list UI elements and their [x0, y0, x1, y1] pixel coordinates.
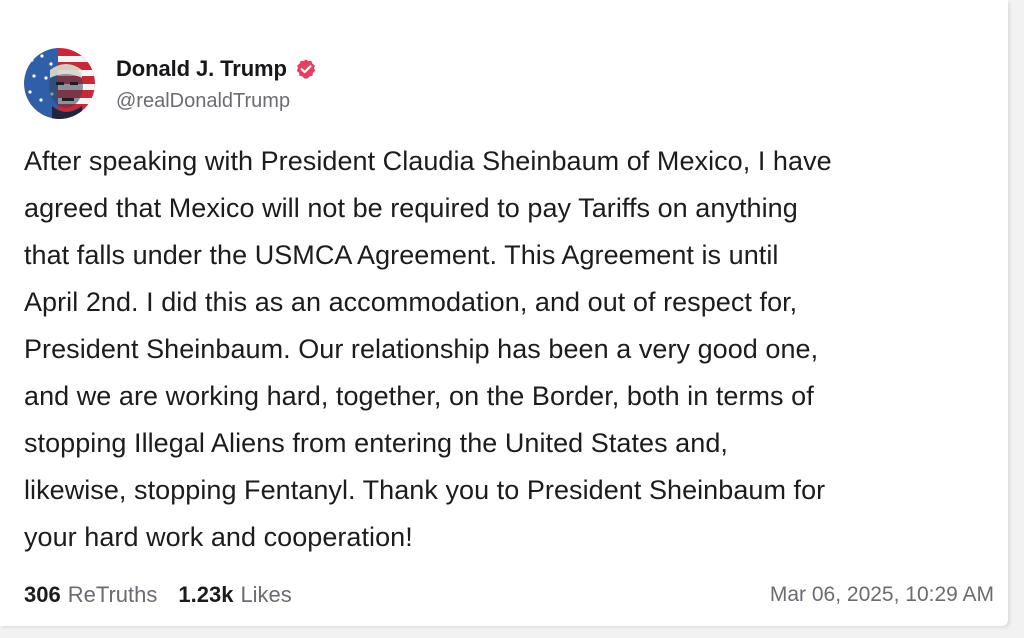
- post-timestamp[interactable]: Mar 06, 2025, 10:29 AM: [770, 583, 994, 607]
- likes-count: 1.23k: [178, 582, 234, 607]
- retruths-count: 306: [24, 582, 61, 607]
- avatar[interactable]: [24, 48, 95, 119]
- author-name-row: Donald J. Trump: [116, 54, 317, 84]
- retruths-label: ReTruths: [67, 582, 158, 607]
- author-handle[interactable]: @realDonaldTrump: [116, 90, 290, 113]
- post-footer: 306 ReTruths 1.23k Likes Mar 06, 2025, 1…: [24, 580, 994, 610]
- likes-stat[interactable]: 1.23k Likes: [178, 582, 291, 608]
- author-display-name[interactable]: Donald J. Trump: [116, 56, 287, 82]
- verified-badge-icon: [295, 58, 317, 80]
- avatar-image: [24, 48, 95, 119]
- likes-label: Likes: [240, 582, 292, 607]
- post-body-text: After speaking with President Claudia Sh…: [24, 146, 832, 552]
- post-card: Donald J. Trump @realDonaldTrump After s…: [0, 0, 1008, 626]
- retruths-stat[interactable]: 306 ReTruths: [24, 582, 157, 608]
